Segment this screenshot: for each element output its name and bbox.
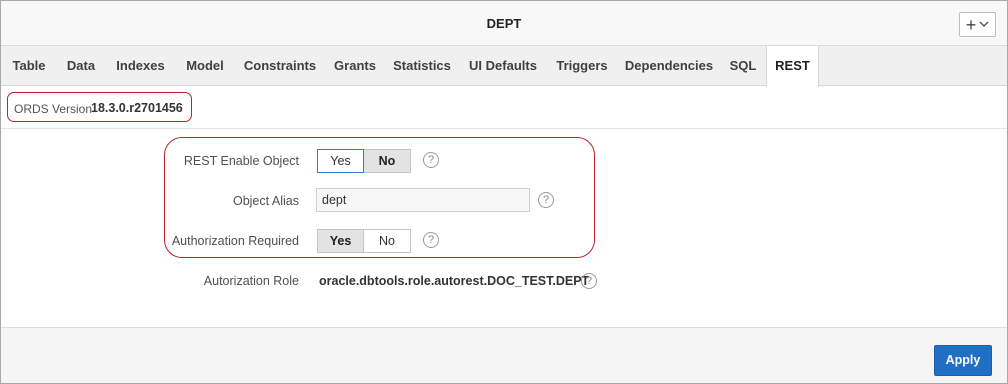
rest-enable-help-icon[interactable]: ? [423, 152, 439, 168]
rest-enable-yes-option[interactable]: Yes [317, 149, 364, 173]
dialog-title: DEPT [486, 16, 522, 31]
tab-data[interactable]: Data [59, 46, 103, 86]
ords-version-label: ORDS Version [14, 102, 93, 116]
ords-version-row: ORDS Version 18.3.0.r2701456 [1, 87, 1007, 129]
ords-version-value: 18.3.0.r2701456 [91, 101, 183, 115]
rest-enable-label: REST Enable Object [183, 154, 299, 168]
tab-sql[interactable]: SQL [723, 46, 763, 86]
tab-triggers[interactable]: Triggers [551, 46, 613, 86]
title-bar: DEPT + [1, 1, 1007, 46]
auth-required-no-option[interactable]: No [364, 229, 411, 253]
tab-model[interactable]: Model [177, 46, 233, 86]
tab-statistics[interactable]: Statistics [389, 46, 455, 86]
auth-required-help-icon[interactable]: ? [423, 232, 439, 248]
dialog-footer: Apply [1, 327, 1007, 383]
rest-enable-no-option[interactable]: No [364, 149, 411, 173]
chevron-down-icon [979, 21, 989, 27]
tab-ui-defaults[interactable]: UI Defaults [461, 46, 545, 86]
tab-indexes[interactable]: Indexes [109, 46, 172, 86]
auth-required-yes-option[interactable]: Yes [317, 229, 364, 253]
object-alias-label: Object Alias [232, 194, 299, 208]
tab-bar: Table Data Indexes Model Constraints Gra… [1, 46, 1007, 87]
rest-enable-toggle: Yes No [317, 149, 411, 173]
dialog-window: DEPT + Table Data Indexes Model Constrai… [0, 0, 1008, 384]
object-alias-input[interactable] [316, 188, 530, 212]
tab-dependencies[interactable]: Dependencies [619, 46, 719, 86]
auth-required-toggle: Yes No [317, 229, 411, 253]
auth-role-value: oracle.dbtools.role.autorest.DOC_TEST.DE… [319, 274, 590, 288]
tab-constraints[interactable]: Constraints [239, 46, 321, 86]
auth-role-help-icon[interactable]: ? [581, 273, 597, 289]
add-menu-button[interactable]: + [959, 12, 996, 37]
auth-role-label: Autorization Role [203, 274, 299, 288]
tab-rest[interactable]: REST [766, 46, 819, 87]
object-alias-help-icon[interactable]: ? [538, 192, 554, 208]
apply-button[interactable]: Apply [934, 345, 992, 376]
plus-icon: + [965, 14, 977, 35]
tab-grants[interactable]: Grants [327, 46, 383, 86]
auth-required-label: Authorization Required [171, 234, 299, 248]
tab-table[interactable]: Table [5, 46, 53, 86]
